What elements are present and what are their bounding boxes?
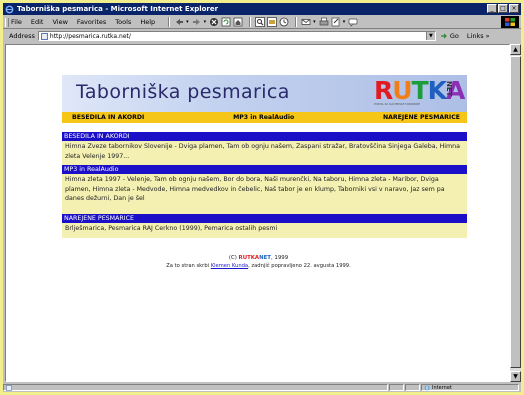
ie-icon — [5, 5, 14, 14]
footer-brand-rutka: RUTKA — [238, 255, 260, 261]
address-bar: Address http://pesmarica.rutka.net/ ▼ Go… — [3, 29, 521, 43]
address-dropdown-icon[interactable]: ▼ — [425, 32, 435, 40]
logo-net: NET — [445, 81, 453, 97]
internet-globe-icon — [424, 385, 430, 391]
status-bar: Internet — [3, 383, 521, 392]
mail-icon[interactable] — [301, 17, 311, 27]
author-link[interactable]: Klemen Kunda — [211, 263, 248, 269]
edit-dropdown-icon[interactable]: ▾ — [343, 19, 346, 25]
section-heading-besedila[interactable]: BESEDILA IN AKORDI — [62, 132, 467, 141]
page-banner: Taborniška pesmarica RUTKA NET PORTAL ZA… — [62, 75, 467, 112]
footer-copyright: (C) RUTKANET, 1999 — [6, 255, 509, 261]
refresh-icon[interactable] — [221, 17, 231, 27]
section-heading-mp3[interactable]: MP3 in RealAudio — [62, 165, 467, 174]
back-dropdown-icon[interactable]: ▾ — [186, 19, 189, 25]
favorites-icon[interactable] — [267, 17, 278, 27]
scroll-up-icon[interactable]: ▲ — [510, 44, 521, 55]
page-content: Taborniška pesmarica RUTKA NET PORTAL ZA… — [5, 44, 510, 382]
footer-copy-prefix: (C) — [228, 255, 237, 261]
go-label: Go — [449, 32, 459, 40]
nav-mp3[interactable]: MP3 in RealAudio — [233, 114, 294, 121]
footer-line-suffix: , zadnjič popravljeno 22. avgusta 1999. — [248, 263, 351, 269]
close-button[interactable]: × — [509, 4, 519, 13]
search-icon[interactable] — [255, 17, 266, 27]
menu-view[interactable]: View — [52, 18, 67, 26]
toolbar-separator — [249, 17, 252, 27]
maximize-button[interactable]: □ — [498, 4, 508, 13]
address-input[interactable]: http://pesmarica.rutka.net/ ▼ — [37, 31, 436, 41]
section-heading-pesmarice[interactable]: NAREJENE PESMARICE — [62, 214, 467, 223]
toolbar-separator — [295, 17, 298, 27]
minimize-button[interactable]: _ — [487, 4, 497, 13]
stop-icon[interactable] — [209, 17, 219, 27]
windows-logo-icon — [501, 16, 519, 28]
address-label: Address — [9, 32, 35, 40]
menu-grip — [5, 17, 9, 27]
go-arrow-icon — [440, 33, 447, 39]
footer-line-prefix: Za to stran skrbi — [166, 263, 210, 269]
forward-dropdown-icon[interactable]: ▾ — [204, 19, 207, 25]
browser-window: Taborniška pesmarica - Microsoft Interne… — [3, 3, 521, 392]
discuss-icon[interactable] — [348, 17, 358, 27]
title-bar: Taborniška pesmarica - Microsoft Interne… — [3, 3, 521, 15]
logo-letter-u: U — [392, 76, 412, 105]
menu-help[interactable]: Help — [140, 18, 155, 26]
back-icon[interactable] — [174, 17, 184, 27]
edit-page-icon[interactable] — [331, 17, 341, 27]
section-nav: BESEDILA IN AKORDI MP3 in RealAudio NARE… — [62, 112, 467, 123]
banner-title: Taborniška pesmarica — [76, 81, 290, 103]
home-icon[interactable] — [233, 17, 243, 27]
scroll-thumb[interactable] — [510, 56, 521, 368]
scroll-down-icon[interactable]: ▼ — [510, 371, 521, 382]
mail-dropdown-icon[interactable]: ▾ — [313, 19, 316, 25]
links-button[interactable]: Links » — [467, 32, 490, 40]
menu-edit[interactable]: Edit — [31, 18, 44, 26]
nav-pesmarice[interactable]: NAREJENE PESMARICE — [383, 114, 460, 121]
logo-letter-k: K — [427, 76, 447, 105]
status-pane-progress — [389, 384, 404, 391]
footer-year: , 1999 — [270, 255, 289, 261]
print-icon[interactable] — [319, 17, 329, 27]
vertical-scrollbar[interactable]: ▲ ▼ — [510, 44, 521, 382]
logo-subtitle: PORTAL ZA SLOVENSKE TABORNIKE — [374, 103, 420, 106]
section-body-pesmarice[interactable]: Brlješmarica, Pesmarica RAJ Cerkno (1999… — [62, 223, 467, 238]
logo-letter-t: T — [411, 76, 429, 105]
forward-icon[interactable] — [192, 17, 202, 27]
menu-favorites[interactable]: Favorites — [77, 18, 106, 26]
status-pane-lock — [405, 384, 420, 391]
rutka-logo[interactable]: RUTKA NET PORTAL ZA SLOVENSKE TABORNIKE — [374, 76, 465, 108]
section-body-besedila[interactable]: Himna Zveze tabornikov Slovenije - Dviga… — [62, 141, 467, 165]
address-url[interactable]: http://pesmarica.rutka.net/ — [50, 33, 131, 40]
toolbar-separator — [168, 17, 171, 27]
status-pane-main — [3, 384, 388, 391]
page-icon — [40, 32, 48, 40]
zone-label: Internet — [432, 385, 452, 391]
done-icon — [4, 385, 387, 391]
menu-file[interactable]: File — [11, 18, 22, 26]
nav-besedila[interactable]: BESEDILA IN AKORDI — [72, 114, 144, 121]
section-body-mp3[interactable]: Himna zleta 1997 - Velenje, Tam ob ognju… — [62, 174, 467, 214]
history-icon[interactable] — [279, 17, 289, 27]
menu-toolbar-row: File Edit View Favorites Tools Help ▾ ▾ — [3, 16, 521, 29]
window-title: Taborniška pesmarica - Microsoft Interne… — [17, 5, 219, 13]
menu-tools[interactable]: Tools — [115, 18, 131, 26]
go-button[interactable]: Go — [440, 32, 459, 40]
status-pane-zone: Internet — [421, 384, 519, 391]
footer-brand-net: NET — [259, 255, 271, 261]
footer-maintainer: Za to stran skrbi Klemen Kunda, zadnjič … — [6, 263, 509, 269]
logo-letter-r: R — [374, 76, 393, 105]
